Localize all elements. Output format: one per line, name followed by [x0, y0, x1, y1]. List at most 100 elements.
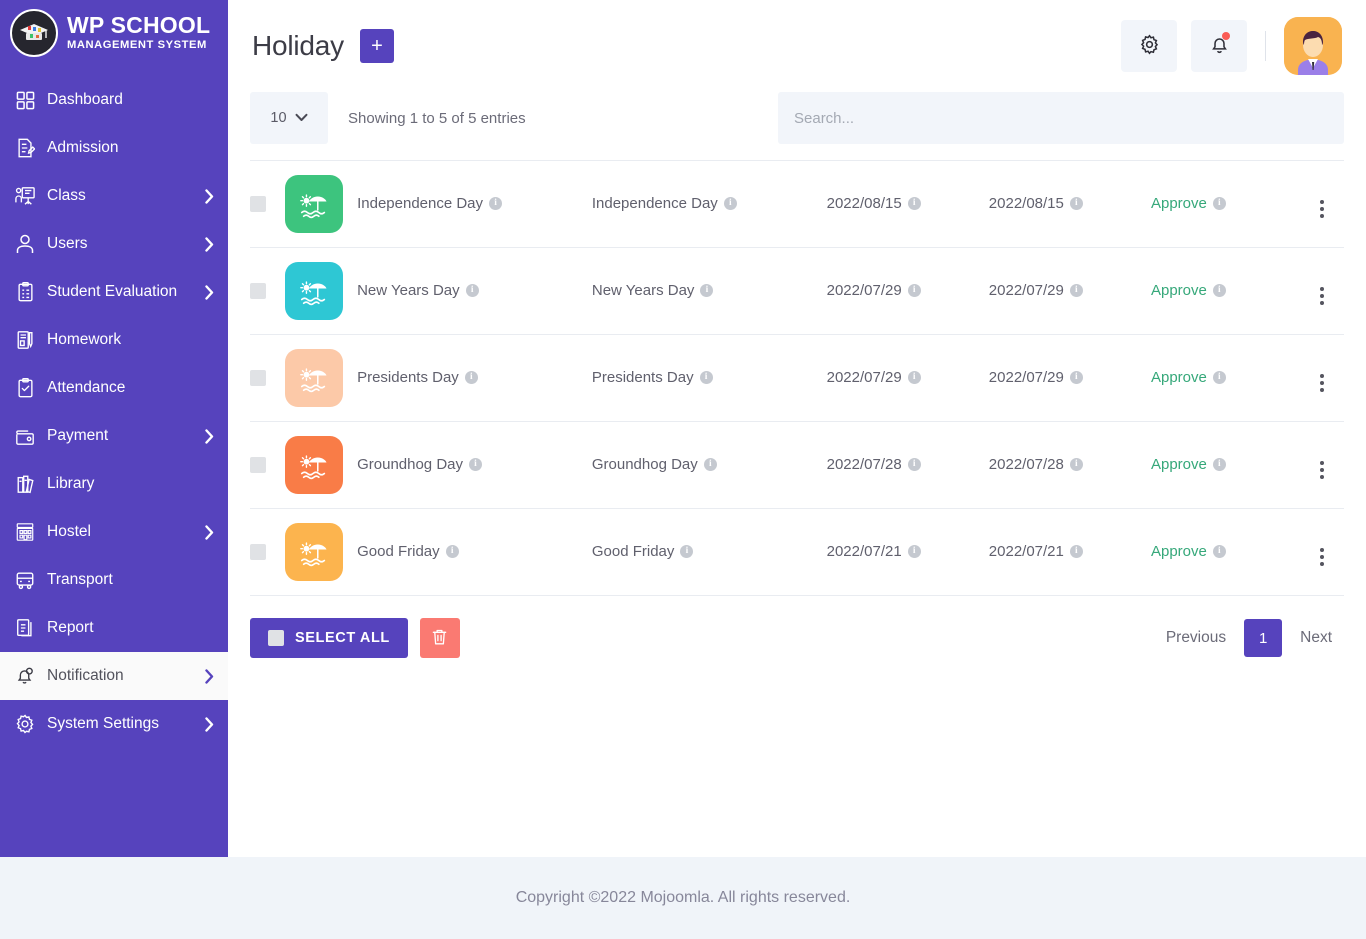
row-description-cell: Independence Day i	[592, 161, 827, 248]
avatar[interactable]	[1284, 17, 1342, 75]
trash-icon	[431, 628, 448, 649]
gear-icon	[1139, 34, 1160, 58]
info-icon[interactable]: i	[1212, 284, 1226, 297]
info-icon[interactable]: i	[469, 458, 482, 471]
info-icon[interactable]: i	[1069, 545, 1083, 558]
search-input[interactable]	[778, 92, 1344, 144]
info-icon[interactable]: i	[1212, 197, 1226, 210]
table-row[interactable]: Presidents Day i Presidents Day i 2022/07/…	[250, 335, 1344, 422]
info-icon[interactable]: i	[907, 284, 921, 297]
table-row[interactable]: New Years Day i New Years Day i 2022/07/29…	[250, 248, 1344, 335]
info-icon[interactable]: i	[1212, 458, 1226, 471]
brand[interactable]: WP SCHOOL MANAGEMENT SYSTEM	[0, 0, 228, 66]
hostel-building-icon	[12, 522, 38, 542]
row-checkbox[interactable]	[250, 457, 266, 473]
status-badge[interactable]: Approve	[1151, 543, 1207, 560]
info-icon[interactable]: i	[1069, 371, 1083, 384]
info-icon[interactable]: i	[445, 545, 459, 558]
notification-button[interactable]	[1191, 20, 1247, 72]
info-icon[interactable]: i	[723, 197, 737, 210]
holiday-table: Independence Day i Independence Day i 2022…	[250, 160, 1344, 596]
info-icon[interactable]: i	[1069, 197, 1083, 210]
pagination-next[interactable]: Next	[1288, 620, 1344, 656]
settings-button[interactable]	[1121, 20, 1177, 72]
info-icon[interactable]: i	[907, 545, 921, 558]
info-icon[interactable]: i	[1212, 545, 1226, 558]
sidebar-item-report[interactable]: Report	[0, 604, 228, 652]
row-checkbox[interactable]	[250, 283, 266, 299]
row-actions-menu-icon[interactable]	[1319, 460, 1324, 479]
info-icon[interactable]: i	[699, 371, 713, 384]
brand-title: WP SCHOOL	[67, 12, 211, 39]
holiday-name: Independence Day	[357, 195, 484, 212]
grid-icon	[12, 91, 38, 110]
status-badge[interactable]: Approve	[1151, 369, 1207, 386]
row-actions-menu-icon[interactable]	[1319, 199, 1324, 218]
info-icon[interactable]: i	[1212, 371, 1226, 384]
sidebar-item-class[interactable]: Class	[0, 172, 228, 220]
row-icon-cell	[285, 248, 357, 335]
sidebar-item-label: Student Evaluation	[47, 283, 178, 300]
row-checkbox[interactable]	[250, 370, 266, 386]
sidebar-item-student-evaluation[interactable]: Student Evaluation	[0, 268, 228, 316]
holiday-description: Good Friday	[591, 543, 675, 560]
sidebar-item-payment[interactable]: Payment	[0, 412, 228, 460]
sidebar-item-system-settings[interactable]: System Settings	[0, 700, 228, 748]
row-actions-menu-icon[interactable]	[1319, 547, 1324, 566]
pagination: Previous 1 Next	[1154, 619, 1344, 657]
select-all-button[interactable]: SELECT ALL	[250, 618, 408, 658]
row-from-date-cell: 2022/07/29 i	[827, 335, 989, 422]
chevron-down-icon	[295, 110, 308, 126]
row-checkbox[interactable]	[250, 544, 266, 560]
info-icon[interactable]: i	[1069, 458, 1083, 471]
row-to-date-cell: 2022/08/15 i	[989, 161, 1151, 248]
info-icon[interactable]: i	[1069, 284, 1083, 297]
status-badge[interactable]: Approve	[1151, 456, 1207, 473]
holiday-description: Groundhog Day	[591, 456, 698, 473]
row-checkbox[interactable]	[250, 196, 266, 212]
add-holiday-button[interactable]: +	[359, 29, 394, 63]
chevron-right-icon	[205, 716, 214, 732]
info-icon[interactable]: i	[465, 284, 479, 297]
row-select-cell	[250, 422, 285, 509]
sidebar-item-attendance[interactable]: Attendance	[0, 364, 228, 412]
bell-icon	[12, 666, 38, 686]
beach-holiday-icon	[285, 175, 344, 233]
delete-selected-button[interactable]	[419, 618, 460, 658]
row-description-cell: New Years Day i	[592, 248, 827, 335]
user-icon	[12, 234, 38, 254]
row-actions-menu-icon[interactable]	[1319, 286, 1324, 305]
sidebar-item-transport[interactable]: Transport	[0, 556, 228, 604]
beach-holiday-icon	[285, 349, 344, 407]
row-actions-menu-icon[interactable]	[1319, 373, 1324, 392]
row-from-date-cell: 2022/08/15 i	[827, 161, 989, 248]
sidebar-item-admission[interactable]: Admission	[0, 124, 228, 172]
status-badge[interactable]: Approve	[1151, 282, 1207, 299]
table-row[interactable]: Groundhog Day i Groundhog Day i 2022/07/28…	[250, 422, 1344, 509]
info-icon[interactable]: i	[907, 371, 921, 384]
info-icon[interactable]: i	[907, 197, 921, 210]
info-icon[interactable]: i	[489, 197, 503, 210]
info-icon[interactable]: i	[464, 371, 478, 384]
pagination-page-1[interactable]: 1	[1244, 619, 1283, 657]
info-icon[interactable]: i	[907, 458, 921, 471]
info-icon[interactable]: i	[680, 545, 694, 558]
info-icon[interactable]: i	[703, 458, 717, 471]
table-row[interactable]: Independence Day i Independence Day i 2022…	[250, 160, 1344, 248]
sidebar-item-users[interactable]: Users	[0, 220, 228, 268]
sidebar-item-homework[interactable]: Homework	[0, 316, 228, 364]
document-pencil-icon	[12, 138, 38, 158]
entries-per-page-select[interactable]: 10	[250, 92, 328, 144]
sidebar-item-dashboard[interactable]: Dashboard	[0, 76, 228, 124]
pagination-previous[interactable]: Previous	[1154, 620, 1238, 656]
sidebar-item-label: Class	[47, 187, 86, 204]
info-icon[interactable]: i	[700, 284, 714, 297]
wallet-icon	[12, 427, 38, 446]
row-description-cell: Groundhog Day i	[592, 422, 827, 509]
table-row[interactable]: Good Friday i Good Friday i 2022/07/21 i 20…	[250, 509, 1344, 596]
sidebar-item-hostel[interactable]: Hostel	[0, 508, 228, 556]
sidebar-item-library[interactable]: Library	[0, 460, 228, 508]
sidebar-item-notification[interactable]: Notification	[0, 652, 228, 700]
sidebar-item-label: Library	[47, 475, 95, 492]
status-badge[interactable]: Approve	[1151, 195, 1207, 212]
